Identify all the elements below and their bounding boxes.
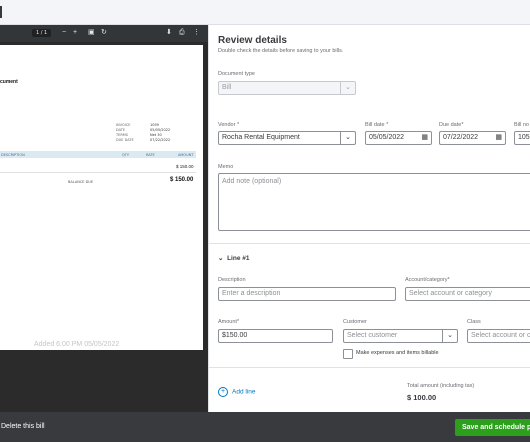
col-description: DESCRIPTION bbox=[1, 153, 25, 157]
bill-no-label: Bill no bbox=[514, 122, 529, 128]
document-heading: cument bbox=[0, 79, 18, 85]
account-label: Account/category* bbox=[405, 277, 450, 283]
invoice-table-header: DESCRIPTION QTY RATE AMOUNT bbox=[0, 151, 196, 158]
pdf-page: cument INVOICE DATE TERMS DUE DATE 1059 … bbox=[0, 45, 203, 350]
fit-page-icon[interactable]: ▣ bbox=[88, 28, 95, 38]
description-label: Description bbox=[218, 277, 246, 283]
class-select[interactable]: Select account or c bbox=[467, 329, 530, 343]
description-input[interactable]: Enter a description bbox=[218, 287, 396, 301]
footer-bar: Delete this bill Save and schedule p bbox=[0, 412, 530, 442]
memo-textarea[interactable]: Add note (optional) bbox=[218, 173, 530, 231]
document-type-select[interactable]: Bill ⌄ bbox=[218, 81, 356, 95]
customer-placeholder: Select customer bbox=[347, 332, 398, 339]
customer-select[interactable]: Select customer ⌄ bbox=[343, 329, 458, 343]
vendor-label: Vendor * bbox=[218, 122, 240, 128]
table-divider bbox=[0, 172, 196, 173]
save-and-schedule-button[interactable]: Save and schedule p bbox=[455, 419, 530, 436]
top-bar-marker bbox=[0, 6, 2, 18]
bill-date-value: 05/05/2022 bbox=[369, 134, 405, 141]
total-value: $ 100.00 bbox=[407, 393, 437, 402]
balance-due-label: BALANCE DUE bbox=[68, 180, 94, 184]
chevron-down-icon: ⌄ bbox=[218, 255, 224, 262]
top-bar bbox=[0, 0, 530, 25]
chevron-down-icon: ⌄ bbox=[340, 132, 355, 144]
amount-label: Amount* bbox=[218, 319, 240, 325]
customer-label: Customer bbox=[343, 319, 367, 325]
total-label: Total amount (including tax) bbox=[407, 383, 475, 389]
col-amount: AMOUNT bbox=[178, 153, 194, 157]
due-date-field[interactable]: 07/22/2022 ▦ bbox=[439, 131, 506, 145]
rotate-icon[interactable]: ↻ bbox=[101, 28, 107, 38]
pdf-toolbar: 1 / 1 − + ▣ ↻ ⬇ ⎙ ⋮ bbox=[0, 25, 208, 42]
vendor-select[interactable]: Rocha Rental Equipment ⌄ bbox=[218, 131, 356, 145]
col-rate: RATE bbox=[146, 153, 155, 157]
download-icon[interactable]: ⬇ bbox=[166, 28, 172, 38]
page-title: Review details bbox=[218, 35, 287, 46]
document-type-label: Document type bbox=[218, 71, 255, 77]
add-line-label: Add line bbox=[232, 388, 256, 396]
section-divider bbox=[209, 367, 530, 368]
meta-label: DUE DATE bbox=[116, 138, 134, 142]
bill-date-label: Bill date * bbox=[365, 122, 389, 128]
print-icon[interactable]: ⎙ bbox=[179, 28, 185, 38]
more-icon[interactable]: ⋮ bbox=[193, 28, 200, 38]
line-title: Line #1 bbox=[227, 255, 250, 262]
due-date-value: 07/22/2022 bbox=[443, 134, 479, 141]
add-circle-icon: + bbox=[218, 387, 228, 397]
chevron-down-icon: ⌄ bbox=[340, 82, 355, 94]
chevron-down-icon: ⌄ bbox=[442, 330, 457, 342]
add-line-button[interactable]: + Add line bbox=[218, 387, 256, 397]
line-section-toggle[interactable]: ⌄ Line #1 bbox=[218, 254, 249, 262]
account-select[interactable]: Select account or category bbox=[405, 287, 530, 301]
document-type-value: Bill bbox=[222, 84, 232, 91]
vendor-value: Rocha Rental Equipment bbox=[222, 134, 300, 141]
billable-label: Make expenses and items billable bbox=[356, 350, 439, 356]
due-date-label: Due date* bbox=[439, 122, 464, 128]
page-subtitle: Double check the details before saving t… bbox=[218, 48, 344, 54]
col-qty: QTY bbox=[122, 153, 130, 157]
amount-input[interactable]: $150.00 bbox=[218, 329, 333, 343]
document-preview-panel: 1 / 1 − + ▣ ↻ ⬇ ⎙ ⋮ cument INVOICE DATE … bbox=[0, 25, 208, 412]
invoice-meta-values: 1059 05/05/2022 Net 30 07/22/2022 bbox=[150, 123, 170, 143]
calendar-icon[interactable]: ▦ bbox=[421, 132, 428, 144]
memo-label: Memo bbox=[218, 164, 234, 170]
billable-checkbox[interactable] bbox=[343, 349, 353, 359]
minus-icon[interactable]: − bbox=[62, 28, 66, 38]
invoice-meta-labels: INVOICE DATE TERMS DUE DATE bbox=[116, 123, 134, 143]
bill-date-field[interactable]: 05/05/2022 ▦ bbox=[365, 131, 432, 145]
meta-value: 07/22/2022 bbox=[150, 138, 171, 142]
bill-no-field[interactable]: 105 bbox=[514, 131, 530, 145]
calendar-icon[interactable]: ▦ bbox=[495, 132, 502, 144]
review-details-panel: Review details Double check the details … bbox=[208, 25, 530, 412]
balance-due-value: $ 150.00 bbox=[170, 177, 194, 183]
plus-icon[interactable]: + bbox=[73, 28, 77, 38]
delete-bill-button[interactable]: Delete this bill bbox=[1, 423, 45, 430]
line-amount: $ 150.00 bbox=[176, 164, 194, 169]
class-label: Class bbox=[467, 319, 481, 325]
page-indicator: 1 / 1 bbox=[32, 29, 52, 37]
section-divider bbox=[209, 243, 530, 244]
bill-no-value: 105 bbox=[518, 134, 530, 141]
added-timestamp: Added 6:00 PM 05/05/2022 bbox=[34, 341, 120, 348]
